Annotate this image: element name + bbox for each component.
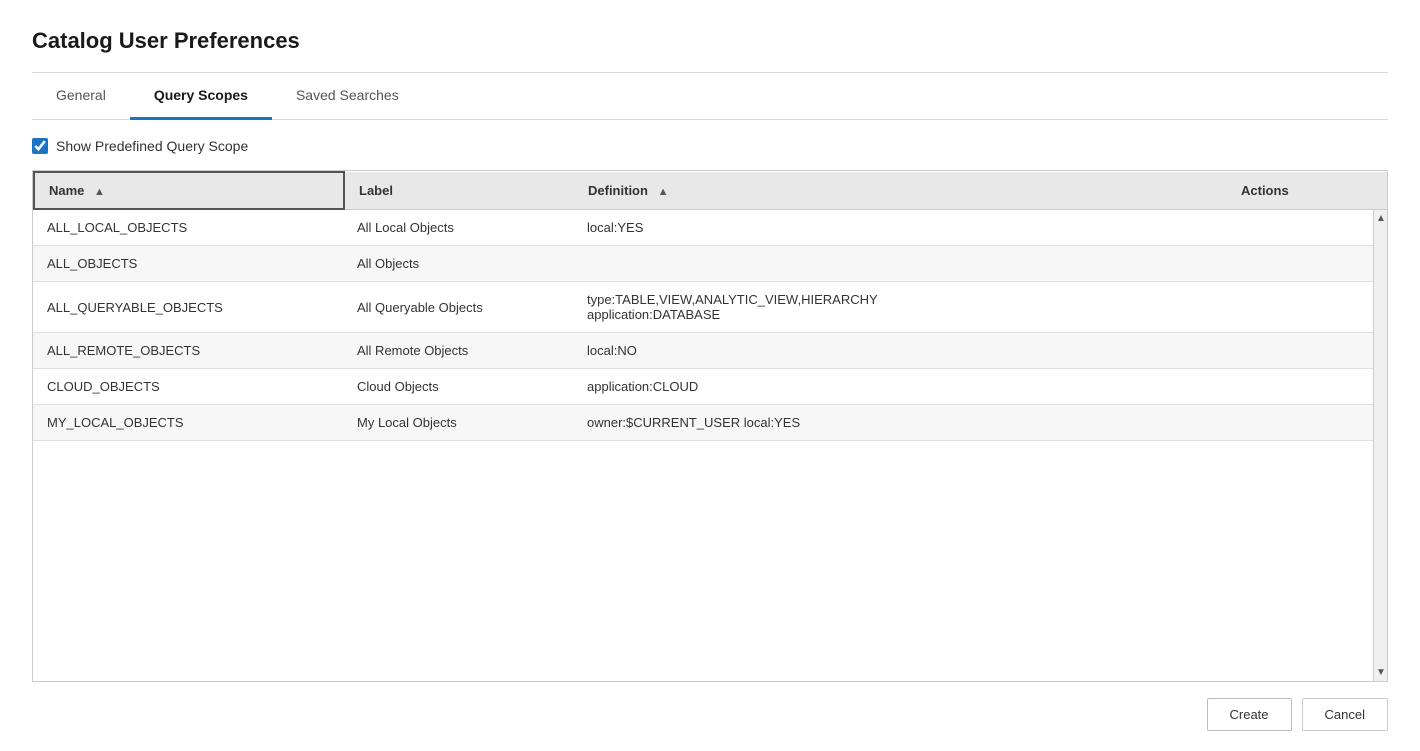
tab-query-scopes[interactable]: Query Scopes	[130, 73, 272, 120]
table-row[interactable]: ALL_QUERYABLE_OBJECTSAll Queryable Objec…	[33, 282, 1387, 333]
scopes-table-body: ALL_LOCAL_OBJECTSAll Local Objectslocal:…	[33, 210, 1387, 441]
cell-name: ALL_OBJECTS	[33, 246, 343, 282]
table-row[interactable]: ALL_OBJECTSAll Objects	[33, 246, 1387, 282]
name-sort-icon: ▲	[94, 186, 105, 198]
cell-actions	[1227, 333, 1387, 369]
cell-definition: owner:$CURRENT_USER local:YES	[573, 405, 1227, 441]
cell-actions	[1227, 246, 1387, 282]
col-header-label[interactable]: Label	[344, 172, 574, 209]
table-row[interactable]: CLOUD_OBJECTSCloud Objectsapplication:CL…	[33, 369, 1387, 405]
cell-definition: application:CLOUD	[573, 369, 1227, 405]
show-predefined-label: Show Predefined Query Scope	[56, 138, 248, 154]
cell-name: ALL_REMOTE_OBJECTS	[33, 333, 343, 369]
table-row[interactable]: ALL_LOCAL_OBJECTSAll Local Objectslocal:…	[33, 210, 1387, 246]
col-label-label: Label	[359, 183, 393, 198]
cancel-button[interactable]: Cancel	[1302, 698, 1388, 731]
cell-name: ALL_LOCAL_OBJECTS	[33, 210, 343, 246]
col-header-actions: Actions	[1227, 172, 1387, 209]
table-row[interactable]: ALL_REMOTE_OBJECTSAll Remote Objectsloca…	[33, 333, 1387, 369]
show-predefined-checkbox[interactable]	[32, 138, 48, 154]
cell-label: All Objects	[343, 246, 573, 282]
footer-actions: Create Cancel	[32, 682, 1388, 731]
cell-name: ALL_QUERYABLE_OBJECTS	[33, 282, 343, 333]
cell-actions	[1227, 369, 1387, 405]
cell-label: All Local Objects	[343, 210, 573, 246]
cell-definition: local:NO	[573, 333, 1227, 369]
cell-definition: type:TABLE,VIEW,ANALYTIC_VIEW,HIERARCHY …	[573, 282, 1227, 333]
cell-definition: local:YES	[573, 210, 1227, 246]
col-header-name[interactable]: Name ▲	[34, 172, 344, 209]
cell-name: CLOUD_OBJECTS	[33, 369, 343, 405]
scroll-down-icon[interactable]: ▼	[1373, 664, 1387, 681]
cell-label: All Queryable Objects	[343, 282, 573, 333]
scrollbar[interactable]: ▲ ▼	[1373, 210, 1387, 681]
table-row[interactable]: MY_LOCAL_OBJECTSMy Local Objectsowner:$C…	[33, 405, 1387, 441]
page-title: Catalog User Preferences	[32, 28, 1388, 54]
show-predefined-row: Show Predefined Query Scope	[32, 138, 1388, 154]
col-actions-label: Actions	[1241, 183, 1289, 198]
tab-general[interactable]: General	[32, 73, 130, 120]
scroll-up-icon[interactable]: ▲	[1373, 210, 1387, 227]
cell-label: My Local Objects	[343, 405, 573, 441]
tabs-container: General Query Scopes Saved Searches	[32, 73, 1388, 120]
cell-actions	[1227, 405, 1387, 441]
definition-sort-icon: ▲	[658, 186, 669, 198]
cell-actions	[1227, 210, 1387, 246]
cell-label: Cloud Objects	[343, 369, 573, 405]
page-container: Catalog User Preferences General Query S…	[0, 0, 1420, 751]
scopes-table-header: Name ▲ Label Definition ▲ Actions	[33, 171, 1387, 210]
create-button[interactable]: Create	[1207, 698, 1292, 731]
cell-definition	[573, 246, 1227, 282]
col-header-definition[interactable]: Definition ▲	[574, 172, 1227, 209]
cell-actions	[1227, 282, 1387, 333]
cell-label: All Remote Objects	[343, 333, 573, 369]
cell-name: MY_LOCAL_OBJECTS	[33, 405, 343, 441]
col-definition-label: Definition	[588, 183, 648, 198]
col-name-label: Name	[49, 183, 84, 198]
tab-saved-searches[interactable]: Saved Searches	[272, 73, 423, 120]
table-wrapper: Name ▲ Label Definition ▲ Actions	[32, 170, 1388, 682]
